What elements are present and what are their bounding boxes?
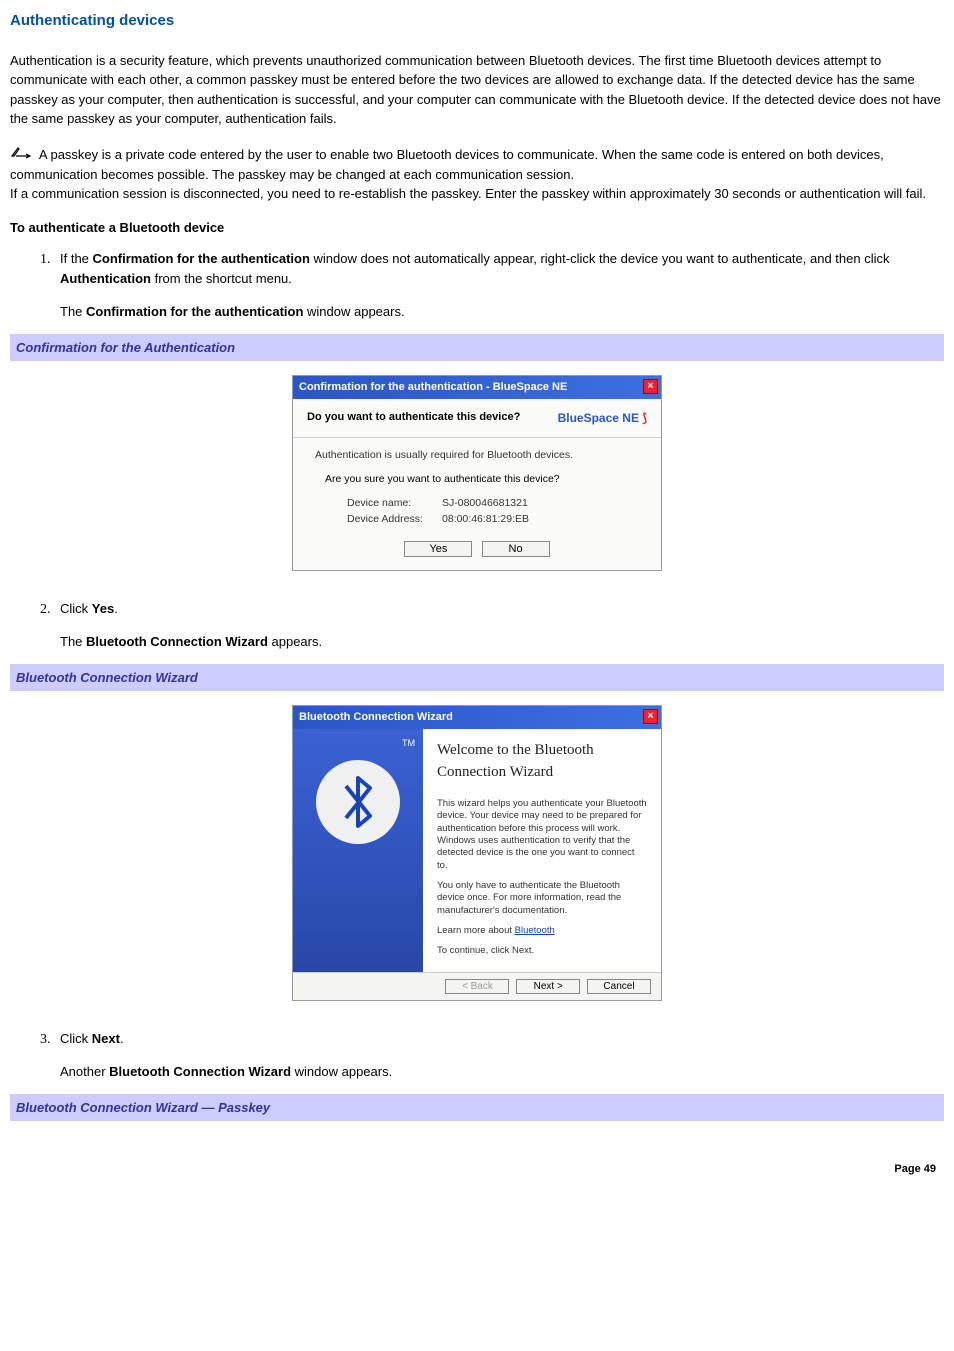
note-text-2: If a communication session is disconnect…: [10, 186, 926, 201]
note-block: A passkey is a private code entered by t…: [10, 145, 944, 204]
note-text-1: A passkey is a private code entered by t…: [10, 147, 884, 182]
yes-button[interactable]: Yes: [404, 541, 472, 557]
wizard-text-2: You only have to authenticate the Blueto…: [437, 880, 647, 917]
dialog-titlebar: Confirmation for the authentication - Bl…: [293, 376, 661, 399]
procedure-heading: To authenticate a Bluetooth device: [10, 218, 944, 238]
step-2-result: The Bluetooth Connection Wizard appears.: [60, 632, 944, 652]
figure-caption-2: Bluetooth Connection Wizard: [10, 664, 944, 692]
bluetooth-icon: [316, 760, 400, 844]
no-button[interactable]: No: [482, 541, 550, 557]
wizard-continue: To continue, click Next.: [437, 945, 647, 957]
dialog-info-2: Are you sure you want to authenticate th…: [325, 472, 647, 488]
device-address-row: Device Address:08:00:46:81:29:EB: [347, 512, 647, 528]
confirmation-dialog: Confirmation for the authentication - Bl…: [292, 375, 662, 571]
wizard-title: Bluetooth Connection Wizard: [299, 711, 453, 723]
bluetooth-link[interactable]: Bluetooth: [515, 925, 555, 936]
step-1-result: The Confirmation for the authentication …: [60, 302, 944, 322]
wizard-learn-more: Learn more about Bluetooth: [437, 925, 647, 937]
back-button: < Back: [445, 979, 509, 994]
device-name-row: Device name:SJ-080046681321: [347, 496, 647, 512]
brand-label: BlueSpace NE ⟆: [558, 409, 647, 427]
close-icon[interactable]: ×: [643, 709, 658, 724]
intro-paragraph: Authentication is a security feature, wh…: [10, 51, 944, 129]
figure-caption-3: Bluetooth Connection Wizard — Passkey: [10, 1094, 944, 1122]
close-icon[interactable]: ×: [643, 379, 658, 394]
note-icon: [10, 145, 32, 165]
trademark-label: TM: [293, 737, 423, 751]
dialog-info-1: Authentication is usually required for B…: [315, 448, 647, 464]
cancel-button[interactable]: Cancel: [587, 979, 651, 994]
wizard-heading: Welcome to the Bluetooth Connection Wiza…: [437, 739, 647, 784]
wizard-text-1: This wizard helps you authenticate your …: [437, 798, 647, 872]
step-3-result: Another Bluetooth Connection Wizard wind…: [60, 1062, 944, 1082]
figure-caption-1: Confirmation for the Authentication: [10, 334, 944, 362]
step-3: Click Next. Another Bluetooth Connection…: [54, 1029, 944, 1082]
page-title: Authenticating devices: [10, 10, 944, 33]
wizard-dialog: Bluetooth Connection Wizard × TM Welcome…: [292, 705, 662, 1000]
page-number: Page 49: [10, 1161, 944, 1178]
wizard-titlebar: Bluetooth Connection Wizard ×: [293, 706, 661, 729]
next-button[interactable]: Next >: [516, 979, 580, 994]
dialog-title: Confirmation for the authentication - Bl…: [299, 381, 567, 393]
step-1: If the Confirmation for the authenticati…: [54, 249, 944, 322]
wizard-sidebar: TM: [293, 729, 423, 972]
step-2: Click Yes. The Bluetooth Connection Wiza…: [54, 599, 944, 652]
